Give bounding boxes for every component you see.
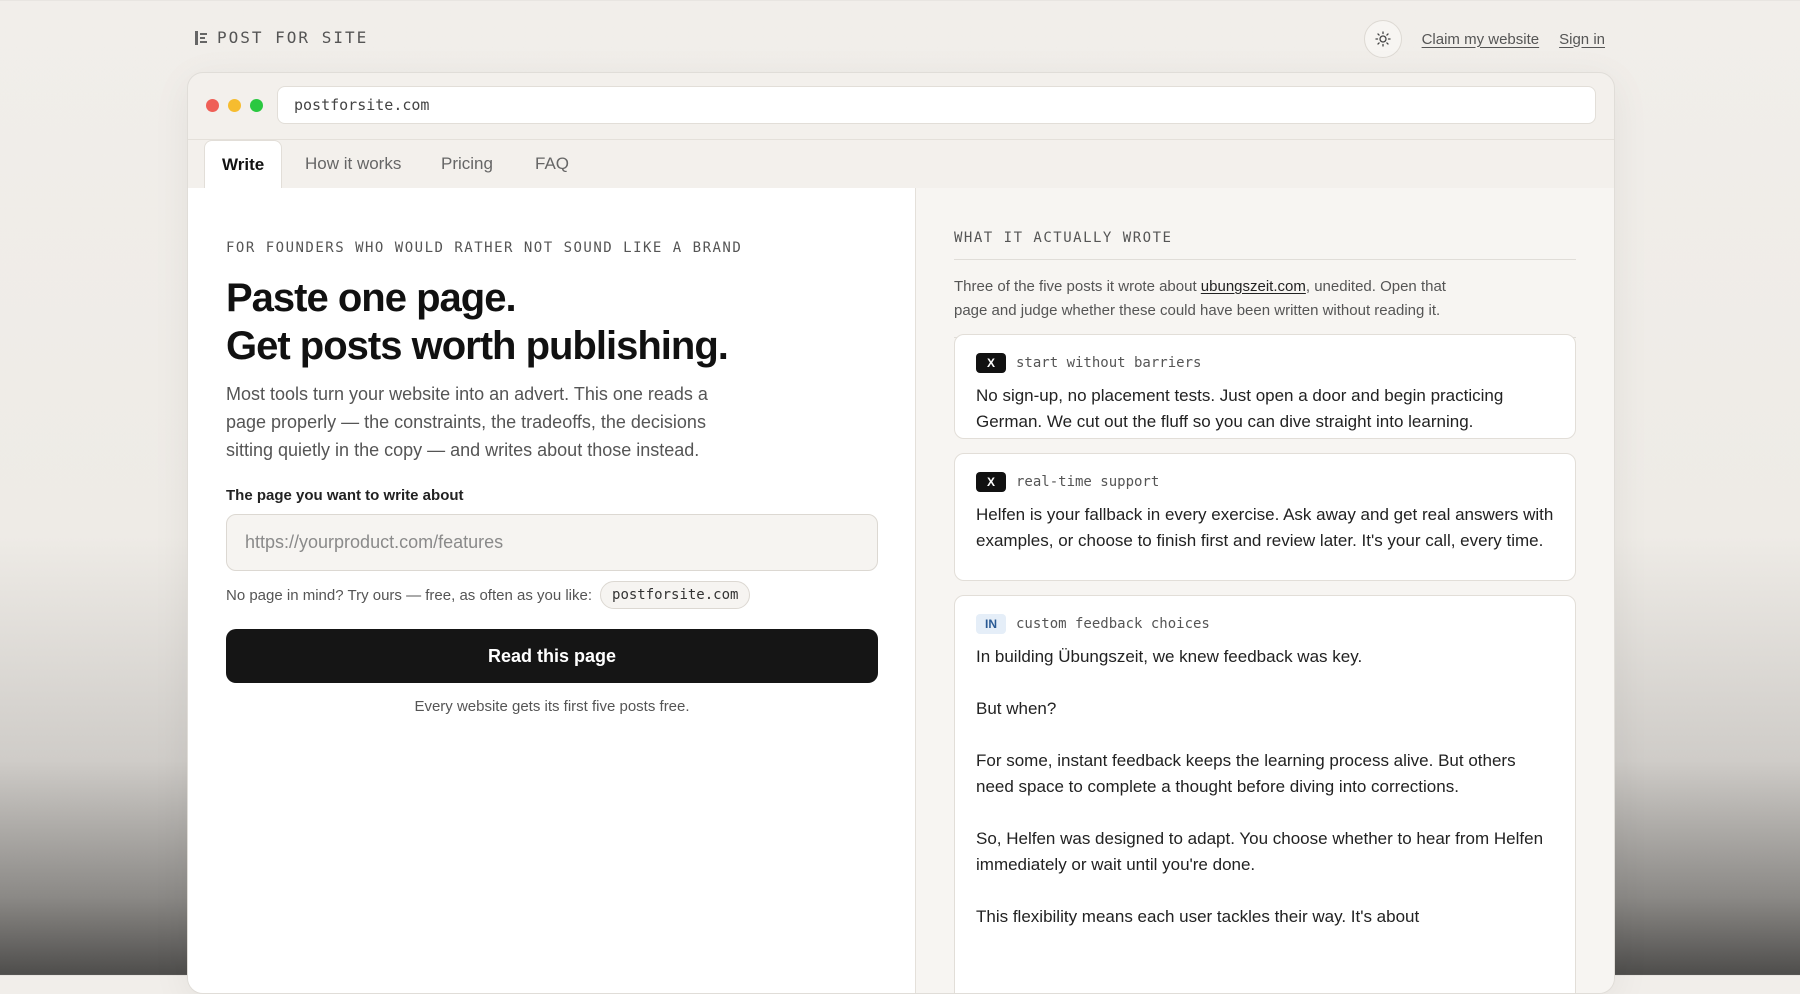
post-topic: custom feedback choices xyxy=(1016,616,1210,632)
hint-text: No page in mind? Try ours — free, as oft… xyxy=(226,586,593,604)
post-text: No sign-up, no placement tests. Just ope… xyxy=(976,386,1504,431)
post-paragraph: This flexibility means each user tackles… xyxy=(976,907,1420,926)
page-url-input[interactable] xyxy=(226,514,878,571)
post-card: X real-time support Helfen is your fallb… xyxy=(954,453,1576,581)
close-window-button[interactable] xyxy=(206,99,219,112)
post-topic: real-time support xyxy=(1016,474,1160,490)
post-paragraph: For some, instant feedback keeps the lea… xyxy=(976,751,1516,796)
examples-panel: WHAT IT ACTUALLY WROTE Three of the five… xyxy=(916,188,1614,993)
free-posts-note: Every website gets its first five posts … xyxy=(414,698,690,715)
brand-name: POST FOR SITE xyxy=(217,28,369,47)
maximize-window-button[interactable] xyxy=(250,99,263,112)
post-paragraph: In building Übungszeit, we knew feedback… xyxy=(976,647,1363,666)
page-title: Paste one page. Get posts worth publishi… xyxy=(226,274,729,370)
post-text: Helfen is your fallback in every exercis… xyxy=(976,505,1554,550)
title-line-1: Paste one page. xyxy=(226,276,517,320)
top-bar: POST FOR SITE Claim my website Sign in xyxy=(195,20,1605,58)
post-card: X start without barriers No sign-up, no … xyxy=(954,334,1576,439)
post-paragraph: So, Helfen was designed to adapt. You ch… xyxy=(976,829,1544,874)
tab-pricing[interactable]: Pricing xyxy=(441,140,493,188)
claim-website-link[interactable]: Claim my website xyxy=(1422,31,1540,48)
example-hint: No page in mind? Try ours — free, as oft… xyxy=(226,581,751,609)
post-card: IN custom feedback choices In building Ü… xyxy=(954,595,1576,993)
post-topic: start without barriers xyxy=(1016,355,1202,371)
hero-eyebrow: FOR FOUNDERS WHO WOULD RATHER NOT SOUND … xyxy=(226,240,743,256)
intro-text-before: Three of the five posts it wrote about xyxy=(954,278,1201,295)
example-url-chip[interactable]: postforsite.com xyxy=(600,581,751,609)
minimize-window-button[interactable] xyxy=(228,99,241,112)
hero-description: Most tools turn your website into an adv… xyxy=(226,384,708,460)
tab-faq[interactable]: FAQ xyxy=(535,140,569,188)
tab-how-it-works[interactable]: How it works xyxy=(305,140,401,188)
write-panel: FOR FOUNDERS WHO WOULD RATHER NOT SOUND … xyxy=(188,188,916,993)
browser-chrome: postforsite.com xyxy=(188,73,1614,140)
page-content: FOR FOUNDERS WHO WOULD RATHER NOT SOUND … xyxy=(188,188,1614,993)
sun-icon xyxy=(1374,31,1391,47)
browser-window: postforsite.com Write How it works Prici… xyxy=(187,72,1615,994)
x-platform-badge: X xyxy=(976,472,1006,492)
url-field-label: The page you want to write about xyxy=(226,487,464,504)
tab-write[interactable]: Write xyxy=(204,140,283,188)
post-paragraph: But when? xyxy=(976,699,1057,718)
linkedin-platform-badge: IN xyxy=(976,614,1006,634)
logo-icon xyxy=(195,30,207,45)
brand[interactable]: POST FOR SITE xyxy=(195,28,368,47)
address-bar[interactable]: postforsite.com xyxy=(277,86,1596,124)
title-line-2: Get posts worth publishing. xyxy=(226,324,729,368)
examples-heading: WHAT IT ACTUALLY WROTE xyxy=(954,230,1576,260)
theme-toggle-button[interactable] xyxy=(1363,20,1402,58)
sign-in-link[interactable]: Sign in xyxy=(1559,31,1605,48)
x-platform-badge: X xyxy=(976,353,1006,373)
read-page-button[interactable]: Read this page xyxy=(226,629,878,683)
example-site-link[interactable]: ubungszeit.com xyxy=(1201,278,1306,295)
examples-intro: Three of the five posts it wrote about u… xyxy=(954,275,1576,338)
tab-bar: Write How it works Pricing FAQ xyxy=(188,140,1614,189)
